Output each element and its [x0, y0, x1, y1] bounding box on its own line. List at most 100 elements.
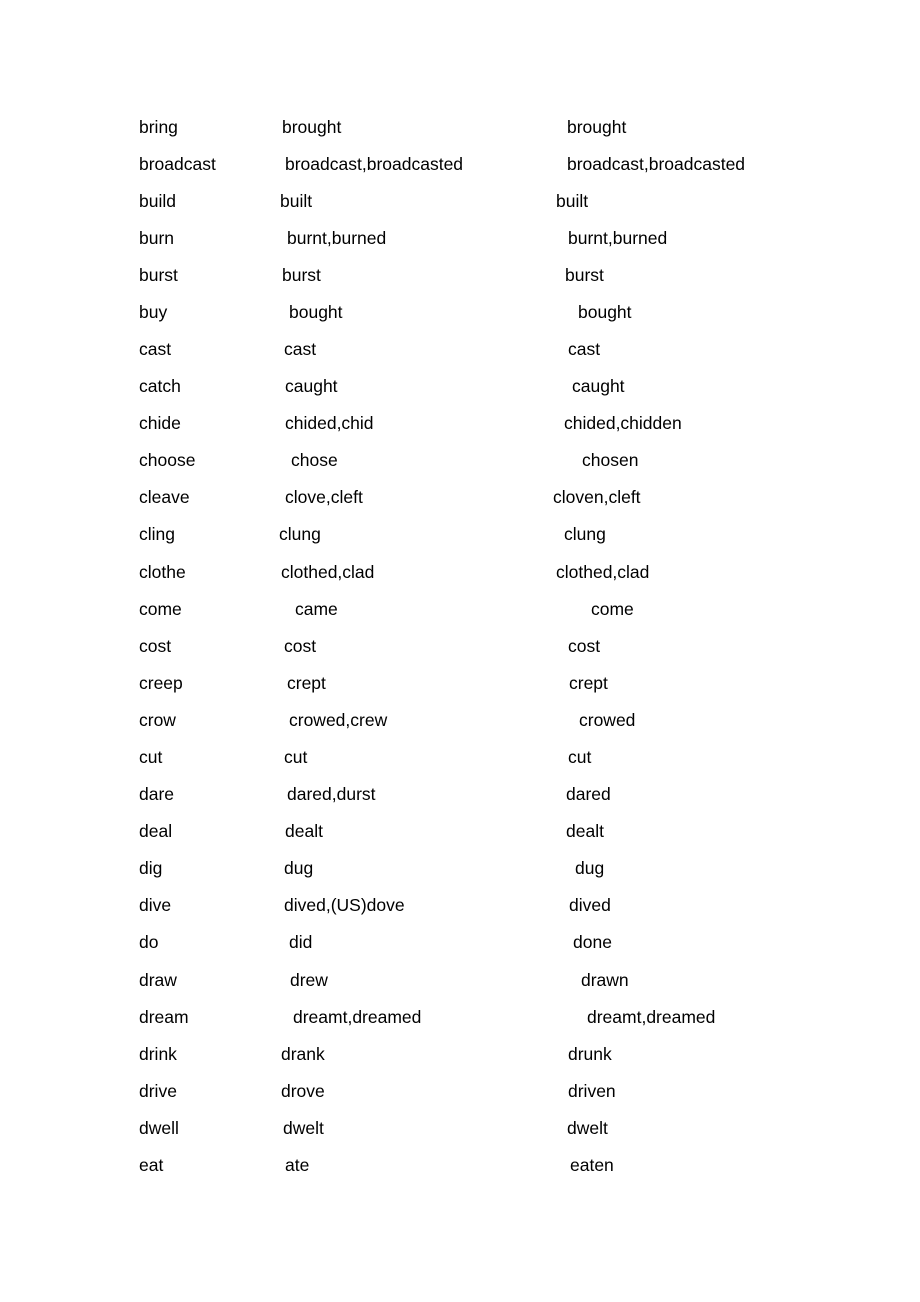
past-participle: driven	[568, 1081, 616, 1101]
verb-row: drive drove driven	[0, 1079, 920, 1103]
base-form: chide	[139, 413, 181, 433]
base-form: drink	[139, 1044, 177, 1064]
past-participle: cut	[568, 747, 592, 767]
past-participle: come	[591, 599, 634, 619]
past-tense: dealt	[285, 821, 323, 841]
past-tense: burnt,burned	[287, 228, 387, 248]
base-form: dive	[139, 895, 172, 915]
verb-row: catch caught caught	[0, 374, 920, 398]
verb-row: chide chided,chid chided,chidden	[0, 411, 920, 435]
past-participle: dared	[566, 784, 611, 804]
past-participle: chided,chidden	[564, 413, 682, 433]
base-form: cast	[139, 339, 172, 359]
document-page: bring brought brought broadcast broadcas…	[0, 0, 920, 1302]
past-participle: clothed,clad	[556, 562, 650, 582]
past-participle: done	[573, 932, 612, 952]
base-form: come	[139, 599, 182, 619]
base-form: cleave	[139, 487, 190, 507]
base-form: eat	[139, 1155, 164, 1175]
base-form: burst	[139, 265, 178, 285]
past-participle: drawn	[581, 970, 629, 990]
past-tense: clung	[279, 524, 321, 544]
past-tense: dug	[284, 858, 314, 878]
verb-row: creep crept crept	[0, 671, 920, 695]
verb-row: cost cost cost	[0, 634, 920, 658]
past-participle: bought	[578, 302, 632, 322]
verb-row: deal dealt dealt	[0, 819, 920, 843]
base-form: crow	[139, 710, 176, 730]
past-participle: chosen	[582, 450, 639, 470]
verb-row: drink drank drunk	[0, 1042, 920, 1066]
past-participle: dwelt	[567, 1118, 608, 1138]
past-participle: caught	[572, 376, 625, 396]
past-tense: cost	[284, 636, 317, 656]
verb-row: eat ate eaten	[0, 1153, 920, 1177]
past-participle: cloven,cleft	[553, 487, 641, 507]
past-tense: drank	[281, 1044, 325, 1064]
base-form: dare	[139, 784, 175, 804]
past-participle: eaten	[570, 1155, 614, 1175]
past-participle: burst	[565, 265, 604, 285]
verb-row: bring brought brought	[0, 115, 920, 139]
past-tense: dared,durst	[287, 784, 376, 804]
past-tense: cut	[284, 747, 308, 767]
past-tense: did	[289, 932, 313, 952]
past-participle: cast	[568, 339, 601, 359]
past-tense: dreamt,dreamed	[293, 1007, 422, 1027]
base-form: burn	[139, 228, 175, 248]
past-participle: dealt	[566, 821, 604, 841]
verb-row: dig dug dug	[0, 856, 920, 880]
base-form: do	[139, 932, 159, 952]
base-form: cling	[139, 524, 175, 544]
past-tense: came	[295, 599, 338, 619]
verb-row: burn burnt,burned burnt,burned	[0, 226, 920, 250]
past-tense: drove	[281, 1081, 325, 1101]
past-participle: cost	[568, 636, 601, 656]
past-tense: caught	[285, 376, 338, 396]
past-tense: crowed,crew	[289, 710, 388, 730]
base-form: build	[139, 191, 176, 211]
verb-row: cling clung clung	[0, 522, 920, 546]
past-participle: built	[556, 191, 589, 211]
base-form: dream	[139, 1007, 189, 1027]
past-tense: built	[280, 191, 313, 211]
past-participle: burnt,burned	[568, 228, 668, 248]
past-participle: crowed	[579, 710, 636, 730]
past-participle: brought	[567, 117, 627, 137]
base-form: catch	[139, 376, 181, 396]
verb-row: cleave clove,cleft cloven,cleft	[0, 485, 920, 509]
verb-row: broadcast broadcast,broadcasted broadcas…	[0, 152, 920, 176]
past-participle: clung	[564, 524, 606, 544]
past-tense: ate	[285, 1155, 310, 1175]
past-tense: crept	[287, 673, 326, 693]
base-form: dwell	[139, 1118, 179, 1138]
base-form: broadcast	[139, 154, 216, 174]
verb-row: dream dreamt,dreamed dreamt,dreamed	[0, 1005, 920, 1029]
past-participle: dived	[569, 895, 611, 915]
past-tense: chose	[291, 450, 338, 470]
base-form: buy	[139, 302, 168, 322]
base-form: clothe	[139, 562, 186, 582]
past-tense: drew	[290, 970, 328, 990]
past-tense: broadcast,broadcasted	[285, 154, 464, 174]
verb-row: cast cast cast	[0, 337, 920, 361]
verb-row: build built built	[0, 189, 920, 213]
base-form: cut	[139, 747, 163, 767]
past-tense: dwelt	[283, 1118, 324, 1138]
past-participle: crept	[569, 673, 608, 693]
base-form: cost	[139, 636, 172, 656]
base-form: bring	[139, 117, 178, 137]
verb-row: crow crowed,crew crowed	[0, 708, 920, 732]
base-form: drive	[139, 1081, 177, 1101]
verb-row: dare dared,durst dared	[0, 782, 920, 806]
past-tense: brought	[282, 117, 342, 137]
past-participle: drunk	[568, 1044, 612, 1064]
verb-row: clothe clothed,clad clothed,clad	[0, 560, 920, 584]
base-form: choose	[139, 450, 196, 470]
past-participle: dug	[575, 858, 605, 878]
verb-row: do did done	[0, 930, 920, 954]
past-participle: dreamt,dreamed	[587, 1007, 716, 1027]
verb-row: dwell dwelt dwelt	[0, 1116, 920, 1140]
verb-row: cut cut cut	[0, 745, 920, 769]
base-form: creep	[139, 673, 183, 693]
